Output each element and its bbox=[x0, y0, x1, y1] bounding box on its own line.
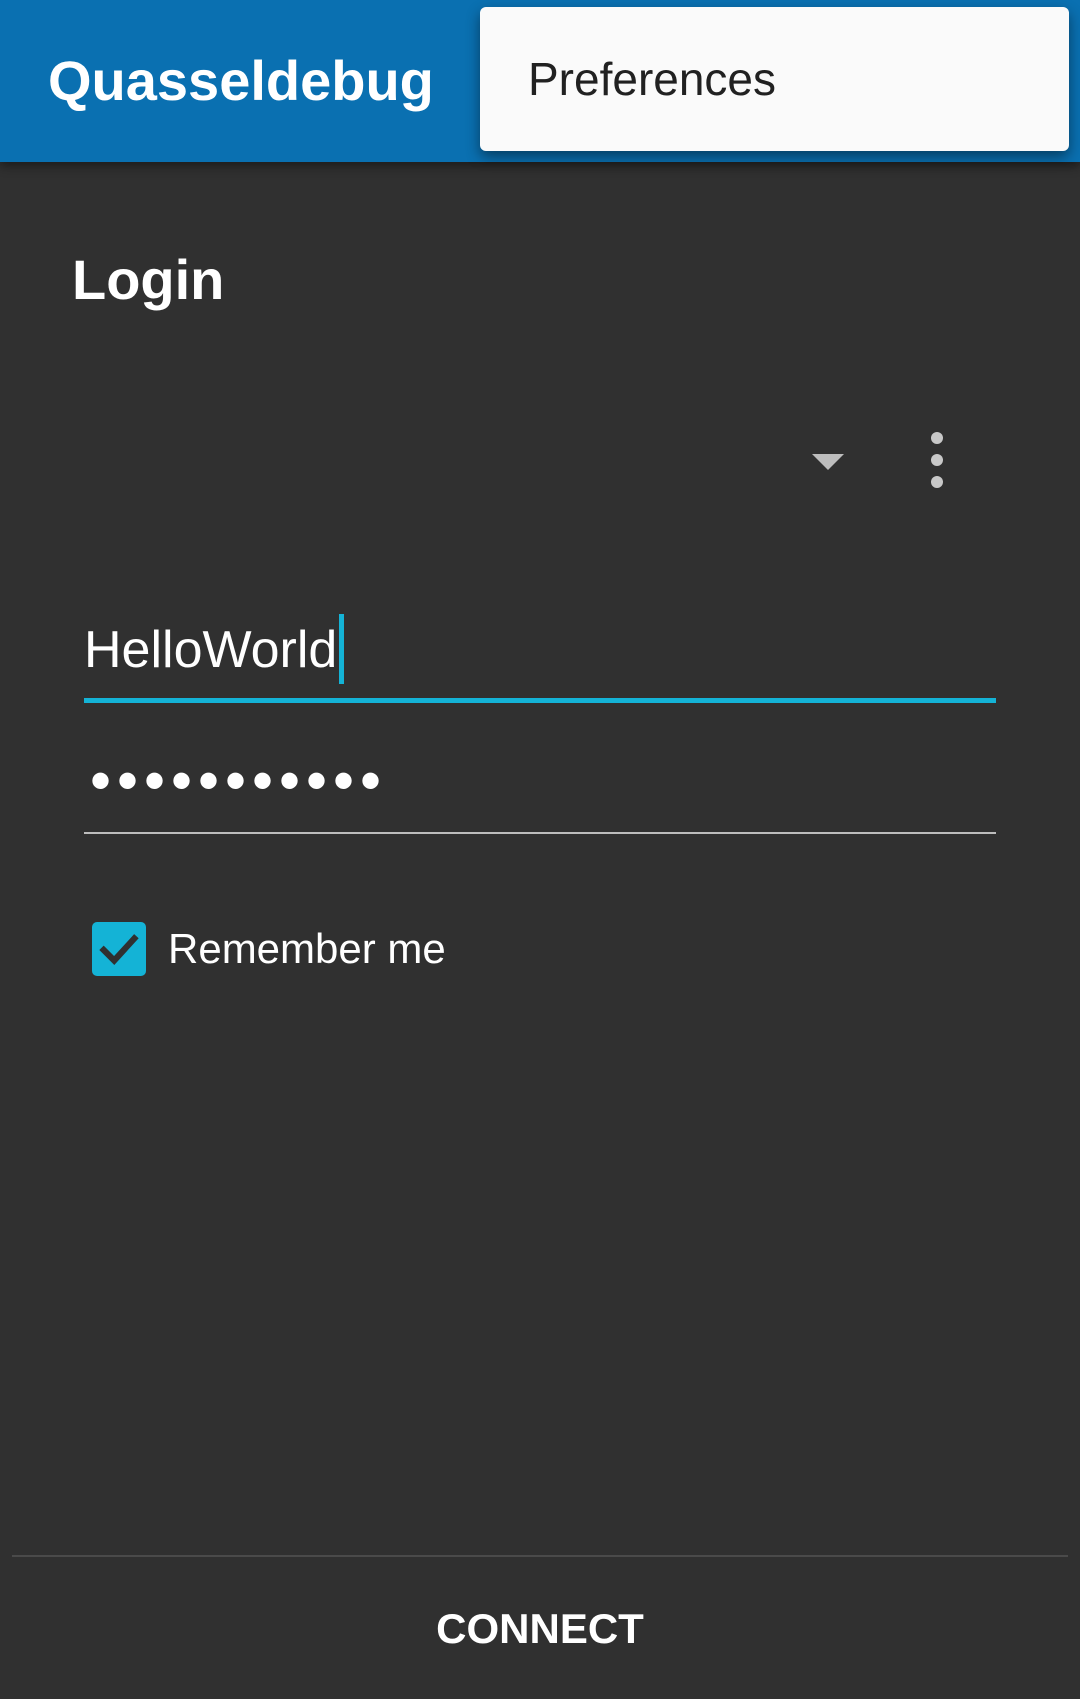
divider bbox=[12, 1555, 1068, 1557]
checkbox-checked-icon bbox=[92, 922, 146, 976]
account-spinner[interactable] bbox=[84, 420, 864, 500]
username-text-wrap: HelloWorld bbox=[84, 605, 345, 695]
menu-item-label: Preferences bbox=[528, 53, 777, 105]
more-options-button[interactable] bbox=[896, 420, 976, 500]
arrow-drop-down-icon bbox=[812, 454, 844, 470]
text-cursor bbox=[339, 614, 345, 685]
password-underline bbox=[84, 832, 996, 834]
menu-item-preferences[interactable]: Preferences bbox=[480, 7, 1069, 151]
username-field[interactable]: HelloWorld bbox=[84, 605, 996, 703]
username-underline bbox=[84, 698, 996, 703]
password-value: ••••••••••• bbox=[90, 747, 388, 814]
app-title: Quasseldebug bbox=[48, 49, 434, 112]
username-value: HelloWorld bbox=[84, 621, 338, 679]
remember-me-label: Remember me bbox=[168, 925, 446, 972]
password-field[interactable]: ••••••••••• bbox=[84, 736, 996, 834]
login-screen: Quasseldebug Preferences Login HelloWorl… bbox=[0, 0, 1080, 1699]
overflow-popup-menu: Preferences bbox=[480, 7, 1069, 151]
page-title: Login bbox=[72, 248, 225, 311]
connect-button[interactable]: CONNECT bbox=[0, 1558, 1080, 1699]
connect-label: CONNECT bbox=[436, 1605, 644, 1652]
